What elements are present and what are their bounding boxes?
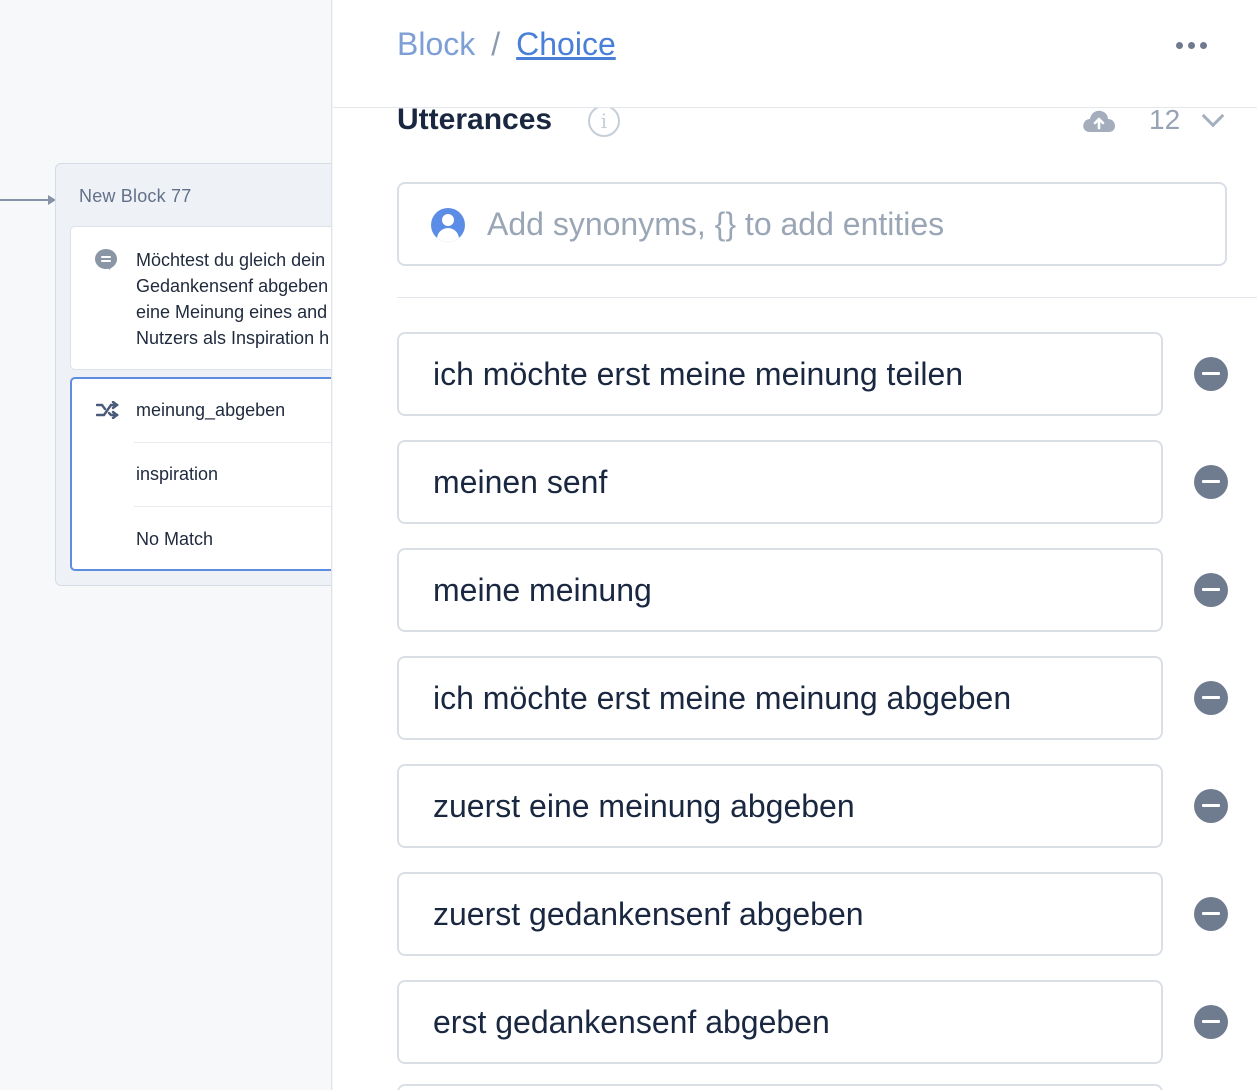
connector-line [0,199,50,201]
panel-header: Block / Choice [333,0,1257,108]
utterance-row: ich möchte erst meine meinung teilen [397,332,1257,416]
utterance-field[interactable]: zuerst gedankensenf abgeben [397,872,1163,956]
utterance-row: zuerst gedankensenf abgeben [397,872,1257,956]
choice-path-inspiration[interactable]: inspiration [134,443,331,507]
block-new-block-77[interactable]: New Block 77 Möchtest du gleich dein Ged… [55,163,331,586]
utterances-title: Utterances [397,103,553,136]
remove-icon[interactable] [1194,573,1228,607]
remove-icon[interactable] [1194,1005,1228,1039]
person-icon [431,208,465,242]
utterance-field[interactable]: ich möchte erst meine meinung abgeben [397,656,1163,740]
utterance-field[interactable]: meinen senf [397,440,1163,524]
breadcrumb-parent[interactable]: Block [397,26,475,63]
editor-panel: Block / Choice Utterances i 12 Add synon… [333,0,1257,1090]
remove-icon[interactable] [1194,465,1228,499]
breadcrumb-separator: / [491,26,501,62]
block-title: New Block 77 [79,186,192,206]
remove-icon[interactable] [1194,789,1228,823]
utterance-field[interactable]: ich möchte erst meine meinung teilen [397,332,1163,416]
speak-step-text: Möchtest du gleich dein Gedankensenf abg… [136,250,330,348]
breadcrumb-current[interactable]: Choice [516,26,616,63]
utterance-row: erst gedankensenf abgeben [397,980,1257,1064]
choice-step[interactable]: meinung_abgeben inspiration No Match [70,377,331,571]
more-icon[interactable] [1176,42,1207,49]
shuffle-icon [95,400,120,425]
add-utterance-input[interactable]: Add synonyms, {} to add entities [397,182,1227,266]
utterance-row: meinen senf [397,440,1257,524]
cloud-upload-icon[interactable] [1082,108,1116,139]
speak-step[interactable]: Möchtest du gleich dein Gedankensenf abg… [70,226,331,370]
utterance-field[interactable]: meine meinung [397,548,1163,632]
breadcrumb: Block / Choice [397,26,616,63]
chevron-down-icon[interactable] [1201,104,1225,128]
utterance-field-partial[interactable] [397,1084,1163,1090]
utterance-row: meine meinung [397,548,1257,632]
utterance-row: zuerst eine meinung abgeben [397,764,1257,848]
canvas[interactable]: New Block 77 Möchtest du gleich dein Ged… [0,0,332,1090]
remove-icon[interactable] [1194,357,1228,391]
chat-bubble-icon [95,249,117,270]
utterances-count: 12 [1149,104,1181,135]
remove-icon[interactable] [1194,897,1228,931]
info-icon[interactable]: i [588,105,620,137]
choice-path-meinung-abgeben[interactable]: meinung_abgeben [134,379,331,443]
utterance-field[interactable]: erst gedankensenf abgeben [397,980,1163,1064]
remove-icon[interactable] [1194,681,1228,715]
utterance-field[interactable]: zuerst eine meinung abgeben [397,764,1163,848]
add-utterance-placeholder: Add synonyms, {} to add entities [487,206,945,242]
divider [397,297,1257,298]
choice-path-no-match[interactable]: No Match [134,507,331,571]
utterance-row: ich möchte erst meine meinung abgeben [397,656,1257,740]
